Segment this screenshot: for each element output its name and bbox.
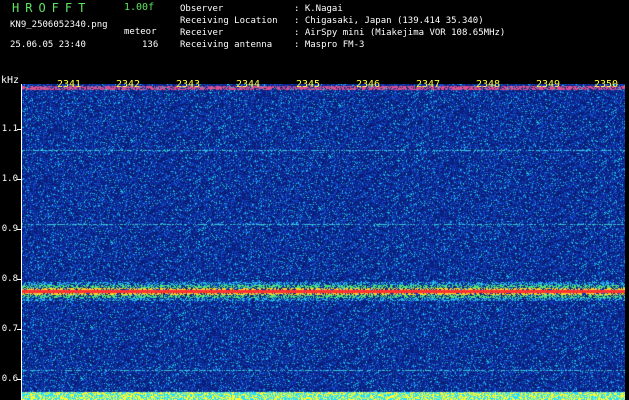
time-mark: 2346 [356,79,381,90]
time-mark: 2347 [416,79,441,90]
antenna-value: : Maspro FM-3 [294,40,365,50]
y-tick-label: 0.6 [1,374,18,384]
time-mark: 2344 [236,79,261,90]
observer-label: Observer [180,4,224,14]
time-mark: 2348 [476,79,501,90]
version-label: 1.00f [124,2,155,13]
location-value: : Chigasaki, Japan (139.414 35.340) [294,16,484,26]
time-marks: 2341 2342 2343 2344 2345 2346 2347 2348 … [0,79,629,93]
receiver-value: : AirSpy mini (Miakejima VOR 108.65MHz) [294,28,506,38]
time-mark: 2349 [536,79,561,90]
app-name: HROFFT [12,1,92,15]
y-axis: 1.1 1.0 0.9 0.8 0.7 0.6 [0,84,21,400]
time-mark: 2341 [57,79,82,90]
info-values: : K.Nagai : Chigasaki, Japan (139.414 35… [294,3,505,51]
time-mark: 2343 [176,79,201,90]
time-mark: 2345 [296,79,321,90]
mode-label: meteor [124,27,157,37]
observer-value: : K.Nagai [294,4,343,14]
spectrogram [21,84,625,400]
y-tick-label: 1.0 [1,174,18,184]
count-value: 136 [142,40,159,50]
location-label: Receiving Location [180,16,278,26]
datetime: 25.06.05 23:40 [10,40,86,50]
receiver-label: Receiver [180,28,224,38]
time-mark: 2342 [116,79,141,90]
antenna-label: Receiving antenna [180,40,273,50]
y-tick-label: 1.1 [1,124,18,134]
time-mark: 2350 [594,79,619,90]
spectrogram-canvas [21,84,625,400]
filename: KN9_2506052340.png [10,20,108,30]
info-labels: Observer Receiving Location Receiver Rec… [180,3,278,51]
y-tick-label: 0.9 [1,224,18,234]
y-tick-label: 0.8 [1,274,18,284]
y-tick-label: 0.7 [1,324,18,334]
